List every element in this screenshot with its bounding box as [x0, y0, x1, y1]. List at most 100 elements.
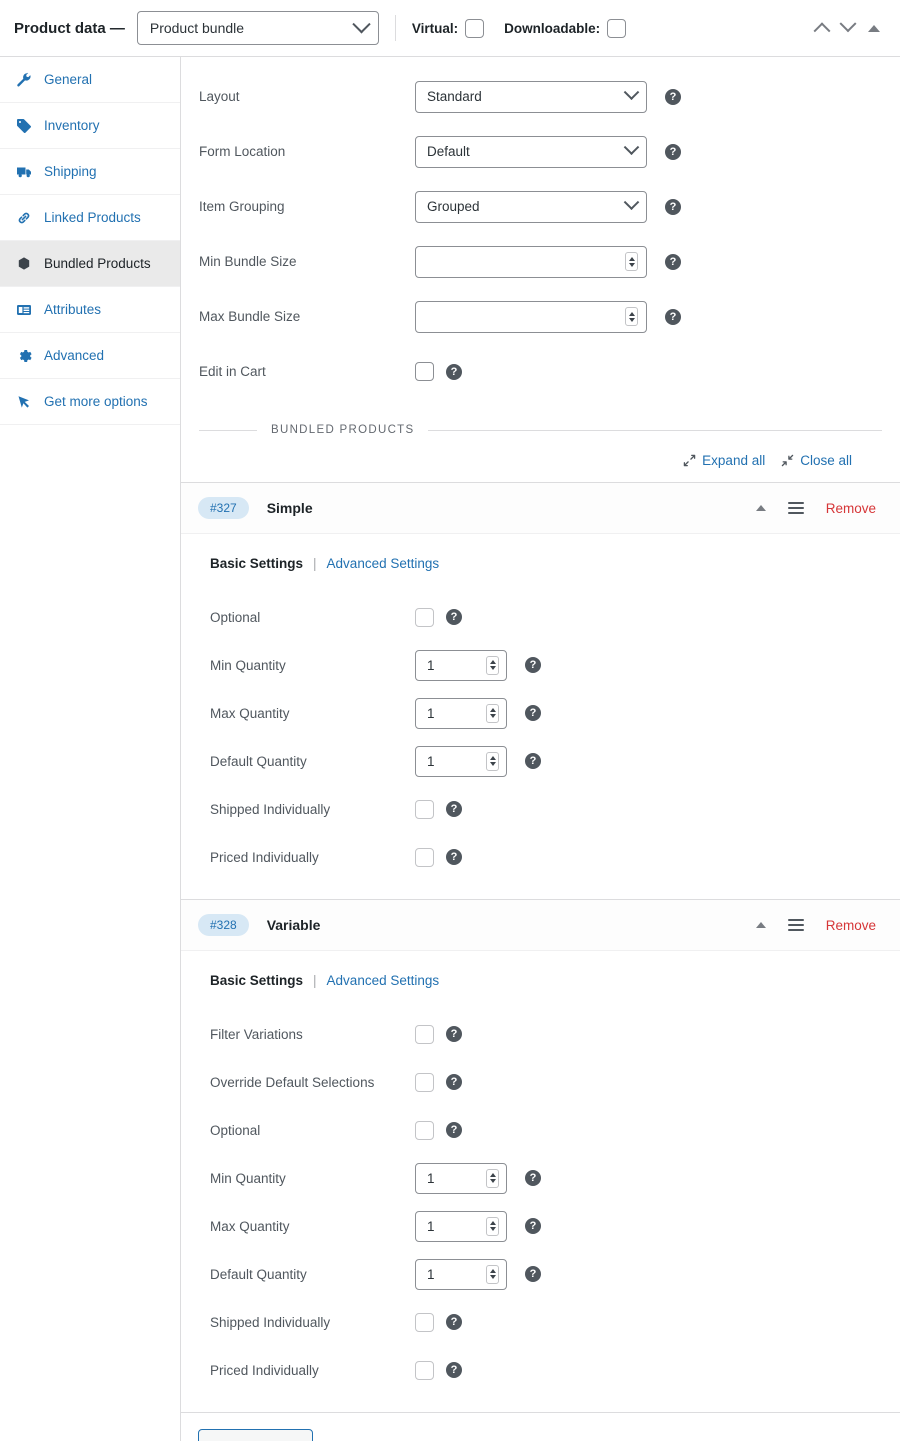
sub-field-label: Max Quantity	[210, 1219, 415, 1234]
tab-advanced-settings[interactable]: Advanced Settings	[327, 973, 440, 988]
sidebar-item-bundled-products[interactable]: Bundled Products	[0, 241, 180, 287]
bundled-item-header[interactable]: #328 Variable Remove	[181, 900, 900, 951]
help-icon[interactable]: ?	[665, 309, 681, 325]
remove-button[interactable]: Remove	[826, 501, 876, 516]
priced-individually-checkbox[interactable]	[415, 848, 434, 867]
help-icon[interactable]: ?	[446, 1074, 462, 1090]
help-icon[interactable]: ?	[446, 1122, 462, 1138]
sub-field-override-default-selections: Override Default Selections ?	[181, 1058, 900, 1106]
number-spinner[interactable]	[486, 704, 499, 723]
min-quantity-input[interactable]: 1	[415, 1163, 507, 1194]
shipped-individually-checkbox[interactable]	[415, 1313, 434, 1332]
shipped-individually-checkbox[interactable]	[415, 800, 434, 819]
bundled-item-header[interactable]: #327 Simple Remove	[181, 483, 900, 534]
layout-select[interactable]: Standard	[415, 81, 647, 113]
default-quantity-input[interactable]: 1	[415, 1259, 507, 1290]
number-spinner[interactable]	[625, 252, 638, 271]
sub-field-label: Default Quantity	[210, 1267, 415, 1282]
downloadable-label: Downloadable:	[504, 21, 600, 36]
min-bundle-size-input[interactable]	[415, 246, 647, 278]
number-spinner[interactable]	[486, 656, 499, 675]
expand-all-link[interactable]: Expand all	[683, 453, 765, 468]
help-icon[interactable]: ?	[665, 254, 681, 270]
min-quantity-input[interactable]: 1	[415, 650, 507, 681]
help-icon[interactable]: ?	[525, 1218, 541, 1234]
help-icon[interactable]: ?	[525, 1266, 541, 1282]
sub-field-label: Priced Individually	[210, 1363, 415, 1378]
move-up-icon[interactable]	[814, 22, 831, 39]
sidebar-item-linked-products[interactable]: Linked Products	[0, 195, 180, 241]
field-max-bundle-size: Max Bundle Size ?	[181, 289, 900, 344]
help-icon[interactable]: ?	[665, 89, 681, 105]
tab-basic-settings[interactable]: Basic Settings	[210, 556, 303, 571]
drag-handle-icon[interactable]	[788, 919, 804, 931]
collapse-toggle-icon[interactable]	[756, 922, 766, 928]
override-default-selections-checkbox[interactable]	[415, 1073, 434, 1092]
max-quantity-input[interactable]: 1	[415, 698, 507, 729]
help-icon[interactable]: ?	[525, 705, 541, 721]
product-type-select[interactable]: Product bundle	[137, 11, 379, 45]
help-icon[interactable]: ?	[525, 657, 541, 673]
help-icon[interactable]: ?	[446, 801, 462, 817]
arrow-cursor-icon	[14, 392, 34, 412]
sidebar-item-get-more-options[interactable]: Get more options	[0, 379, 180, 425]
max-quantity-input[interactable]: 1	[415, 1211, 507, 1242]
virtual-checkbox[interactable]	[465, 19, 484, 38]
optional-checkbox[interactable]	[415, 608, 434, 627]
spinner-down-icon	[629, 318, 635, 322]
number-spinner[interactable]	[486, 752, 499, 771]
tab-basic-settings[interactable]: Basic Settings	[210, 973, 303, 988]
tab-advanced-settings[interactable]: Advanced Settings	[327, 556, 440, 571]
number-spinner[interactable]	[625, 307, 638, 326]
downloadable-checkbox-group[interactable]: Downloadable:	[504, 19, 626, 38]
filter-variations-checkbox[interactable]	[415, 1025, 434, 1044]
help-icon[interactable]: ?	[525, 753, 541, 769]
field-item-grouping: Item Grouping Grouped ?	[181, 179, 900, 234]
virtual-checkbox-group[interactable]: Virtual:	[412, 19, 484, 38]
spinner-up-icon	[490, 1221, 496, 1225]
divider-line-left	[199, 430, 257, 431]
help-icon[interactable]: ?	[446, 1362, 462, 1378]
page-title: Product data —	[14, 20, 125, 37]
item-grouping-select[interactable]: Grouped	[415, 191, 647, 223]
remove-button[interactable]: Remove	[826, 918, 876, 933]
help-icon[interactable]: ?	[446, 609, 462, 625]
collapse-toggle-icon[interactable]	[756, 505, 766, 511]
help-icon[interactable]: ?	[446, 1026, 462, 1042]
drag-handle-icon[interactable]	[788, 502, 804, 514]
sub-field-max-quantity: Max Quantity 1 ?	[181, 1202, 900, 1250]
edit-in-cart-checkbox[interactable]	[415, 362, 434, 381]
sidebar-item-label: Bundled Products	[44, 256, 151, 271]
help-icon[interactable]: ?	[446, 849, 462, 865]
number-spinner[interactable]	[486, 1169, 499, 1188]
toggle-panel-icon[interactable]	[868, 25, 880, 32]
spinner-down-icon	[490, 1275, 496, 1279]
form-location-select[interactable]: Default	[415, 136, 647, 168]
help-icon[interactable]: ?	[446, 1314, 462, 1330]
close-all-link[interactable]: Close all	[781, 453, 852, 468]
help-icon[interactable]: ?	[665, 199, 681, 215]
priced-individually-checkbox[interactable]	[415, 1361, 434, 1380]
spinner-up-icon	[490, 1269, 496, 1273]
downloadable-checkbox[interactable]	[607, 19, 626, 38]
field-edit-in-cart: Edit in Cart ?	[181, 344, 900, 399]
product-type-value: Product bundle	[150, 20, 355, 36]
settings-tabs: Basic Settings | Advanced Settings	[181, 556, 900, 571]
help-icon[interactable]: ?	[525, 1170, 541, 1186]
sidebar-item-general[interactable]: General	[0, 57, 180, 103]
optional-checkbox[interactable]	[415, 1121, 434, 1140]
sidebar-item-attributes[interactable]: Attributes	[0, 287, 180, 333]
sidebar-item-shipping[interactable]: Shipping	[0, 149, 180, 195]
chevron-down-icon	[624, 84, 640, 100]
add-product-button[interactable]: Add Product	[198, 1429, 313, 1441]
number-spinner[interactable]	[486, 1217, 499, 1236]
help-icon[interactable]: ?	[665, 144, 681, 160]
sidebar-item-inventory[interactable]: Inventory	[0, 103, 180, 149]
help-icon[interactable]: ?	[446, 364, 462, 380]
default-quantity-input[interactable]: 1	[415, 746, 507, 777]
sub-field-label: Min Quantity	[210, 1171, 415, 1186]
number-spinner[interactable]	[486, 1265, 499, 1284]
max-bundle-size-input[interactable]	[415, 301, 647, 333]
sidebar-item-advanced[interactable]: Advanced	[0, 333, 180, 379]
move-down-icon[interactable]	[840, 15, 857, 32]
